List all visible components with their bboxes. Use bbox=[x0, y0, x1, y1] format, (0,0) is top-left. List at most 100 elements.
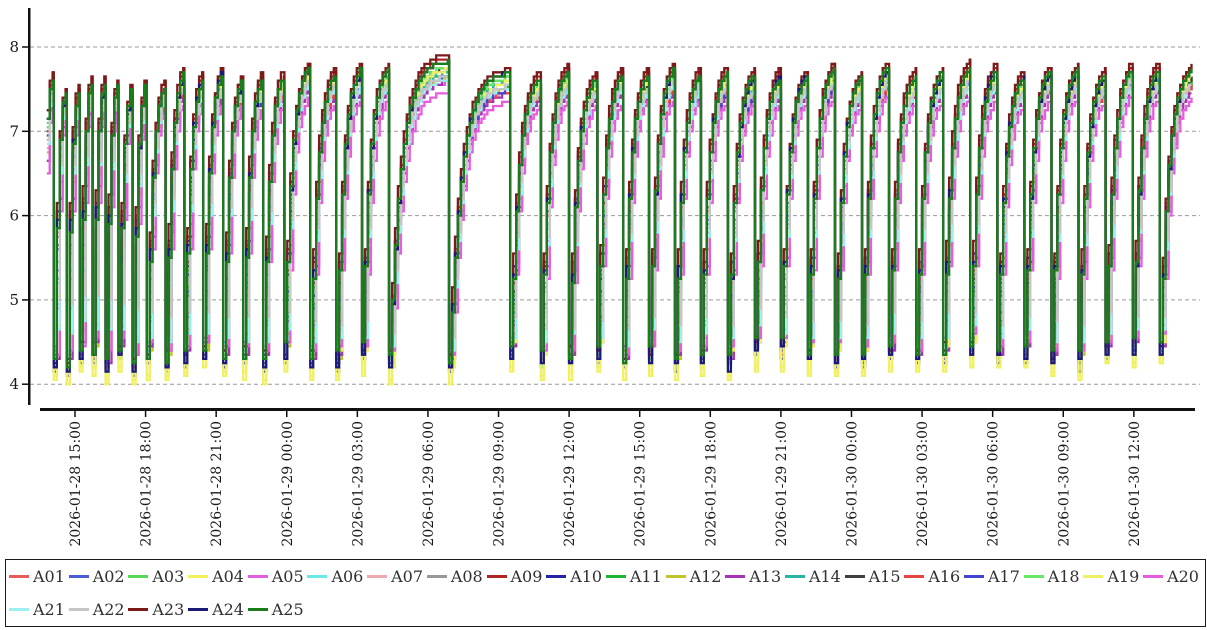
xtick-label: 2026-01-29 12:00 bbox=[562, 421, 578, 547]
legend-label: A18 bbox=[1048, 569, 1080, 585]
xtick-label: 2026-01-28 15:00 bbox=[68, 421, 84, 547]
legend-item-A21: A21 bbox=[9, 595, 69, 625]
legend-item-A02: A02 bbox=[69, 562, 129, 592]
legend-swatch-A02 bbox=[69, 575, 89, 578]
ytick-label: 4 bbox=[9, 375, 19, 393]
legend-swatch-A04 bbox=[188, 575, 208, 578]
legend-swatch-A17 bbox=[964, 575, 984, 578]
legend-label: A21 bbox=[33, 602, 65, 618]
ytick-label: 6 bbox=[9, 207, 19, 225]
legend-label: A02 bbox=[93, 569, 125, 585]
xtick-label: 2026-01-29 06:00 bbox=[421, 421, 437, 547]
legend-label: A06 bbox=[331, 569, 363, 585]
legend-label: A20 bbox=[1167, 569, 1199, 585]
legend-swatch-A25 bbox=[248, 608, 268, 611]
legend-label: A22 bbox=[93, 602, 125, 618]
legend-swatch-A19 bbox=[1083, 575, 1103, 578]
legend-swatch-A16 bbox=[904, 575, 924, 578]
legend-label: A16 bbox=[928, 569, 960, 585]
legend-label: A08 bbox=[451, 569, 483, 585]
legend-item-A14: A14 bbox=[785, 562, 845, 592]
legend-item-A20: A20 bbox=[1143, 562, 1203, 592]
legend-item-A03: A03 bbox=[128, 562, 188, 592]
legend-item-A15: A15 bbox=[845, 562, 905, 592]
xtick-label: 2026-01-28 18:00 bbox=[139, 421, 155, 547]
legend-item-A08: A08 bbox=[427, 562, 487, 592]
legend-label: A12 bbox=[690, 569, 722, 585]
series-line-A20 bbox=[47, 93, 1192, 354]
legend-item-A25: A25 bbox=[248, 595, 308, 625]
legend-swatch-A21 bbox=[9, 608, 29, 611]
legend-label: A05 bbox=[272, 569, 304, 585]
legend-swatch-A23 bbox=[128, 608, 148, 611]
legend-label: A23 bbox=[152, 602, 184, 618]
legend-item-A11: A11 bbox=[606, 562, 666, 592]
legend-label: A03 bbox=[152, 569, 184, 585]
xtick-label: 2026-01-30 00:00 bbox=[844, 421, 860, 547]
legend-item-A24: A24 bbox=[188, 595, 248, 625]
legend-swatch-A05 bbox=[248, 575, 268, 578]
legend-swatch-A22 bbox=[69, 608, 89, 611]
legend-label: A09 bbox=[511, 569, 543, 585]
legend-swatch-A09 bbox=[487, 575, 507, 578]
legend-item-A12: A12 bbox=[666, 562, 726, 592]
xtick-label: 2026-01-29 09:00 bbox=[492, 421, 508, 547]
legend-item-A22: A22 bbox=[69, 595, 129, 625]
legend-label: A11 bbox=[630, 569, 662, 585]
legend-swatch-A07 bbox=[367, 575, 387, 578]
xtick-label: 2026-01-29 18:00 bbox=[703, 421, 719, 547]
legend-label: A07 bbox=[391, 569, 423, 585]
legend-swatch-A08 bbox=[427, 575, 447, 578]
xtick-label: 2026-01-28 21:00 bbox=[209, 421, 225, 547]
legend-swatch-A20 bbox=[1143, 575, 1163, 578]
legend-item-A13: A13 bbox=[725, 562, 785, 592]
ytick-label: 7 bbox=[9, 122, 19, 140]
legend-item-A23: A23 bbox=[128, 595, 188, 625]
legend-item-A01: A01 bbox=[9, 562, 69, 592]
xtick-label: 2026-01-29 00:00 bbox=[280, 421, 296, 547]
xtick-label: 2026-01-29 03:00 bbox=[350, 421, 366, 547]
legend-item-A07: A07 bbox=[367, 562, 427, 592]
y-axis-spine bbox=[28, 8, 31, 405]
legend-swatch-A18 bbox=[1024, 575, 1044, 578]
legend-swatch-A12 bbox=[666, 575, 686, 578]
legend-swatch-A11 bbox=[606, 575, 626, 578]
legend-label: A13 bbox=[749, 569, 781, 585]
legend-item-A17: A17 bbox=[964, 562, 1024, 592]
legend-label: A04 bbox=[212, 569, 244, 585]
legend-item-A06: A06 bbox=[307, 562, 367, 592]
legend-swatch-A01 bbox=[9, 575, 29, 578]
legend-label: A17 bbox=[988, 569, 1020, 585]
xtick-label: 2026-01-30 12:00 bbox=[1127, 421, 1143, 547]
chart-root: 4 5 6 7 8 2026-01-28 15:00 2026-01-28 18:00 202… bbox=[0, 0, 1207, 630]
xtick-label: 2026-01-30 06:00 bbox=[986, 421, 1002, 547]
legend-swatch-A13 bbox=[725, 575, 745, 578]
legend-item-A04: A04 bbox=[188, 562, 248, 592]
legend-label: A24 bbox=[212, 602, 244, 618]
xtick-label: 2026-01-29 15:00 bbox=[633, 421, 649, 547]
plot-canvas: 4 5 6 7 8 2026-01-28 15:00 2026-01-28 18:00 202… bbox=[0, 0, 1207, 558]
legend-swatch-A24 bbox=[188, 608, 208, 611]
legend-swatch-A15 bbox=[845, 575, 865, 578]
legend-item-A10: A10 bbox=[546, 562, 606, 592]
legend-item-A19: A19 bbox=[1083, 562, 1143, 592]
legend-item-A18: A18 bbox=[1024, 562, 1084, 592]
legend-swatch-A14 bbox=[785, 575, 805, 578]
legend-item-A16: A16 bbox=[904, 562, 964, 592]
legend-swatch-A10 bbox=[546, 575, 566, 578]
xtick-label: 2026-01-30 09:00 bbox=[1056, 421, 1072, 547]
legend-label: A01 bbox=[33, 569, 65, 585]
xtick-label: 2026-01-29 21:00 bbox=[774, 421, 790, 547]
legend-label: A25 bbox=[272, 602, 304, 618]
legend-swatch-A06 bbox=[307, 575, 327, 578]
legend-swatch-A03 bbox=[128, 575, 148, 578]
legend-label: A10 bbox=[570, 569, 602, 585]
legend-item-A05: A05 bbox=[248, 562, 308, 592]
legend-label: A19 bbox=[1107, 569, 1139, 585]
ytick-label: 5 bbox=[9, 291, 19, 309]
legend-label: A15 bbox=[869, 569, 901, 585]
ytick-label: 8 bbox=[9, 38, 19, 56]
legend-label: A14 bbox=[809, 569, 841, 585]
x-axis-spine bbox=[40, 408, 1195, 411]
chart-legend: A01 A02 A03 A04 A05 A06 A07 A08 A09 A10 A11 A12 A13 A… bbox=[5, 559, 1206, 627]
